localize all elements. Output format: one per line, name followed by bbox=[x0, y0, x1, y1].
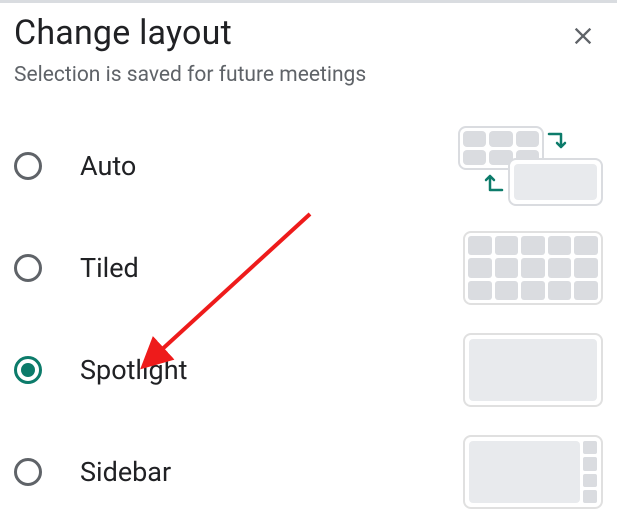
radio-spotlight[interactable] bbox=[14, 356, 42, 384]
swap-down-icon bbox=[547, 132, 567, 154]
dialog-subtitle: Selection is saved for future meetings bbox=[14, 63, 603, 87]
thumbnail-spotlight bbox=[453, 333, 603, 407]
close-button[interactable] bbox=[563, 16, 603, 56]
radio-tiled[interactable] bbox=[14, 254, 42, 282]
radio-auto[interactable] bbox=[14, 152, 42, 180]
layout-option-auto[interactable]: Auto bbox=[14, 115, 603, 217]
dialog-title: Change layout bbox=[14, 13, 232, 53]
swap-up-icon bbox=[484, 170, 504, 192]
option-label: Auto bbox=[80, 150, 453, 182]
close-icon bbox=[569, 22, 597, 50]
thumbnail-auto bbox=[453, 126, 603, 206]
thumbnail-sidebar bbox=[453, 435, 603, 509]
option-label: Sidebar bbox=[80, 456, 453, 488]
change-layout-dialog: Change layout Selection is saved for fut… bbox=[0, 0, 617, 517]
dialog-header: Change layout bbox=[14, 13, 603, 63]
option-label: Tiled bbox=[80, 252, 453, 284]
radio-sidebar[interactable] bbox=[14, 458, 42, 486]
layout-option-tiled[interactable]: Tiled bbox=[14, 217, 603, 319]
layout-option-sidebar[interactable]: Sidebar bbox=[14, 421, 603, 517]
thumbnail-tiled bbox=[453, 231, 603, 305]
option-label: Spotlight bbox=[80, 354, 453, 386]
layout-options: Auto Tiled bbox=[14, 115, 603, 517]
layout-option-spotlight[interactable]: Spotlight bbox=[14, 319, 603, 421]
